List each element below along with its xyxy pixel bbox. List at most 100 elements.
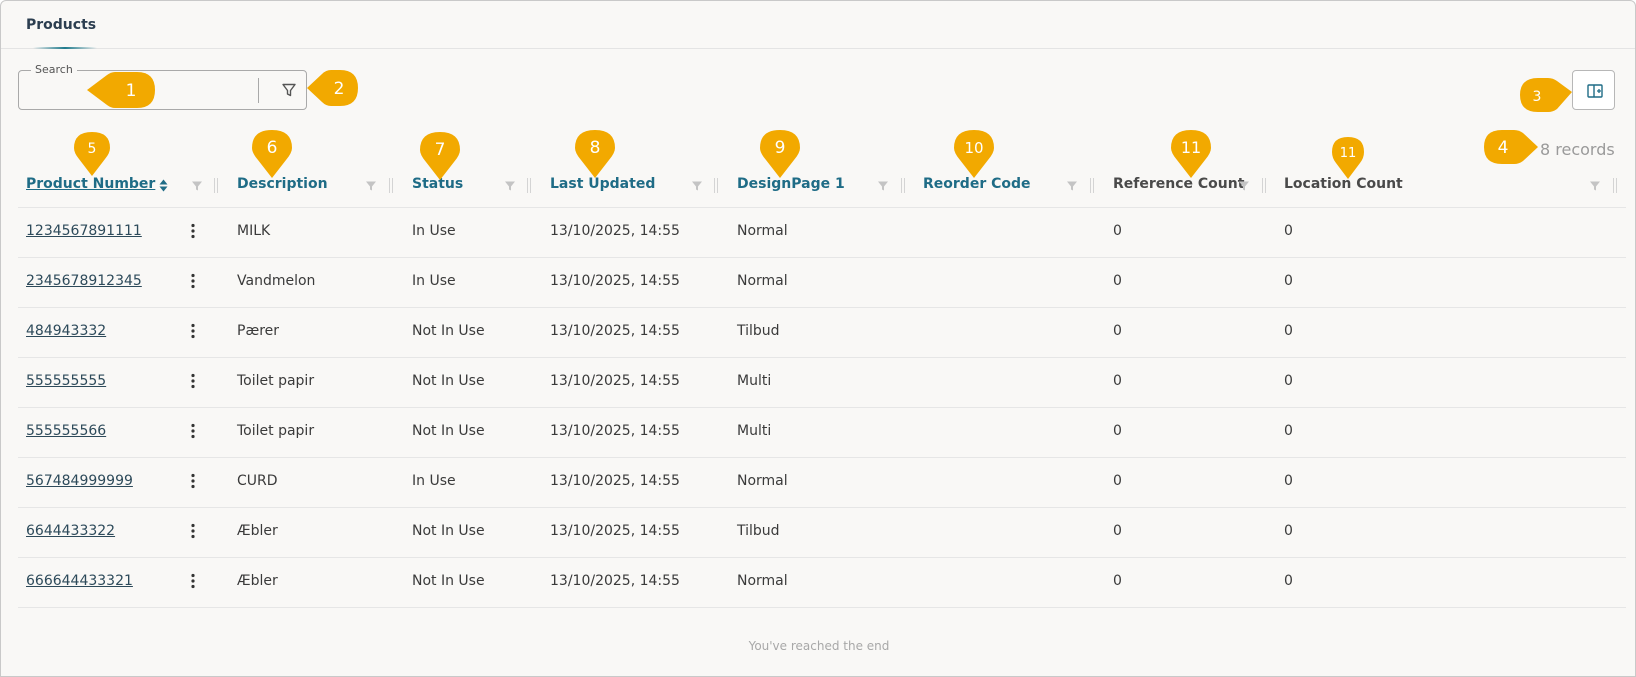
filter-icon[interactable]	[1238, 180, 1250, 192]
filter-icon[interactable]	[1589, 180, 1601, 192]
reference-count-cell: 0	[1113, 473, 1122, 489]
kebab-menu-icon[interactable]	[190, 323, 196, 339]
column-resize-handle[interactable]	[1613, 178, 1617, 193]
filter-icon[interactable]	[691, 180, 703, 192]
search-field[interactable]: Search	[18, 63, 307, 110]
row-divider	[18, 407, 1626, 408]
column-resize-handle[interactable]	[901, 178, 905, 193]
reference-count-cell: 0	[1113, 573, 1122, 589]
designpage-cell: Normal	[737, 573, 788, 589]
annotation-marker-7: 7	[420, 132, 460, 180]
location-count-cell: 0	[1284, 423, 1293, 439]
reference-count-cell: 0	[1113, 273, 1122, 289]
header-divider	[18, 207, 1626, 208]
product-number-link[interactable]: 1234567891111	[26, 223, 142, 239]
column-resize-handle[interactable]	[1090, 178, 1094, 193]
column-resize-handle[interactable]	[1262, 178, 1266, 193]
filter-icon[interactable]	[1066, 180, 1078, 192]
kebab-menu-icon[interactable]	[190, 223, 196, 239]
location-count-cell: 0	[1284, 273, 1293, 289]
last-updated-cell: 13/10/2025, 14:55	[550, 273, 680, 289]
filter-icon[interactable]	[365, 180, 377, 192]
status-cell: In Use	[412, 473, 456, 489]
designpage-cell: Multi	[737, 373, 772, 389]
last-updated-cell: 13/10/2025, 14:55	[550, 573, 680, 589]
annotation-marker-4: 4	[1484, 130, 1538, 164]
kebab-menu-icon[interactable]	[190, 423, 196, 439]
product-number-link[interactable]: 6644433322	[26, 523, 115, 539]
product-number-link[interactable]: 484943332	[26, 323, 106, 339]
annotation-marker-9: 9	[760, 130, 800, 178]
product-number-link[interactable]: 666644433321	[26, 573, 133, 589]
description-cell: CURD	[237, 473, 278, 489]
annotation-marker-8: 8	[575, 130, 615, 178]
kebab-menu-icon[interactable]	[190, 273, 196, 289]
reference-count-cell: 0	[1113, 223, 1122, 239]
status-cell: Not In Use	[412, 423, 485, 439]
kebab-menu-icon[interactable]	[190, 373, 196, 389]
product-number-link[interactable]: 2345678912345	[26, 273, 142, 289]
status-cell: Not In Use	[412, 323, 485, 339]
column-header-product-number[interactable]: Product Number	[26, 176, 155, 192]
filter-icon[interactable]	[191, 180, 203, 192]
svg-text:6: 6	[267, 138, 278, 158]
svg-text:9: 9	[775, 138, 786, 158]
product-number-link[interactable]: 567484999999	[26, 473, 133, 489]
designpage-cell: Normal	[737, 223, 788, 239]
sort-icon[interactable]	[159, 179, 168, 192]
product-number-link[interactable]: 555555566	[26, 423, 106, 439]
designpage-cell: Tilbud	[737, 523, 780, 539]
filter-icon[interactable]	[877, 180, 889, 192]
kebab-menu-icon[interactable]	[190, 573, 196, 589]
designpage-cell: Normal	[737, 273, 788, 289]
svg-text:4: 4	[1498, 138, 1509, 158]
row-divider	[18, 557, 1626, 558]
location-count-cell: 0	[1284, 323, 1293, 339]
svg-text:1: 1	[126, 81, 137, 101]
status-cell: In Use	[412, 223, 456, 239]
row-divider	[18, 257, 1626, 258]
search-label: Search	[31, 63, 77, 76]
last-updated-cell: 13/10/2025, 14:55	[550, 523, 680, 539]
status-cell: Not In Use	[412, 523, 485, 539]
designpage-cell: Multi	[737, 423, 772, 439]
reference-count-cell: 0	[1113, 323, 1122, 339]
column-resize-handle[interactable]	[214, 178, 218, 193]
reference-count-cell: 0	[1113, 423, 1122, 439]
column-resize-handle[interactable]	[714, 178, 718, 193]
page-header: Products	[1, 1, 1635, 49]
reference-count-cell: 0	[1113, 523, 1122, 539]
description-cell: Æbler	[237, 573, 278, 589]
kebab-menu-icon[interactable]	[190, 473, 196, 489]
tab-products[interactable]: Products	[26, 17, 96, 33]
description-cell: Toilet papir	[237, 373, 315, 389]
svg-text:3: 3	[1533, 89, 1542, 105]
location-count-cell: 0	[1284, 223, 1293, 239]
annotation-marker-6: 6	[252, 130, 292, 178]
designpage-cell: Tilbud	[737, 323, 780, 339]
description-cell: Vandmelon	[237, 273, 316, 289]
filter-icon[interactable]	[281, 82, 297, 98]
description-cell: Toilet papir	[237, 423, 315, 439]
column-resize-handle[interactable]	[389, 178, 393, 193]
last-updated-cell: 13/10/2025, 14:55	[550, 323, 680, 339]
column-resize-handle[interactable]	[527, 178, 531, 193]
location-count-cell: 0	[1284, 373, 1293, 389]
description-cell: MILK	[237, 223, 271, 239]
location-count-cell: 0	[1284, 523, 1293, 539]
svg-text:11: 11	[1340, 146, 1357, 161]
search-divider	[258, 78, 259, 103]
annotation-marker-1: 1	[87, 72, 155, 108]
annotation-marker-10: 10	[954, 130, 994, 178]
filter-icon[interactable]	[504, 180, 516, 192]
kebab-menu-icon[interactable]	[190, 523, 196, 539]
product-number-link[interactable]: 555555555	[26, 373, 106, 389]
status-cell: In Use	[412, 273, 456, 289]
svg-text:5: 5	[88, 141, 97, 157]
status-cell: Not In Use	[412, 373, 485, 389]
columns-button[interactable]	[1572, 70, 1615, 110]
last-updated-cell: 13/10/2025, 14:55	[550, 373, 680, 389]
records-count: 8 records	[1540, 140, 1615, 159]
last-updated-cell: 13/10/2025, 14:55	[550, 473, 680, 489]
last-updated-cell: 13/10/2025, 14:55	[550, 223, 680, 239]
